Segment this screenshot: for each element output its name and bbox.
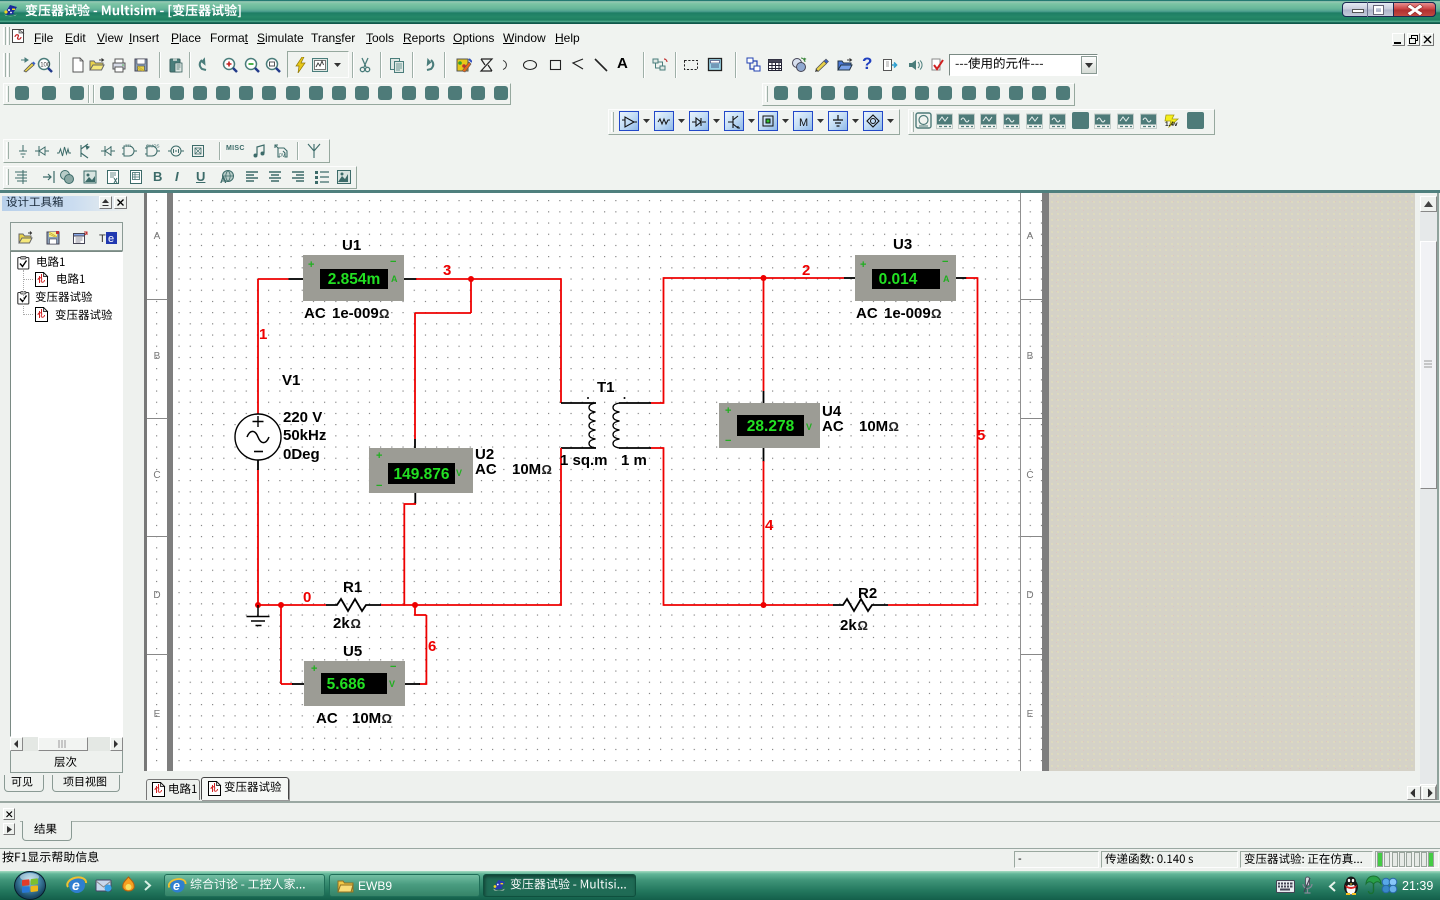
svg-text:AC: AC [304, 305, 326, 322]
svg-text:R1: R1 [343, 579, 362, 596]
svg-text:6: 6 [428, 638, 436, 655]
svg-text:Ω: Ω [351, 616, 361, 631]
svg-text:U5: U5 [343, 643, 362, 660]
svg-text:2k: 2k [333, 615, 350, 632]
svg-text:1e-009: 1e-009 [332, 305, 379, 322]
svg-text:28.278: 28.278 [747, 418, 795, 435]
svg-text:10M: 10M [859, 418, 888, 435]
svg-text:V: V [389, 679, 395, 689]
svg-text:A: A [943, 274, 950, 284]
svg-text:AC: AC [475, 461, 497, 478]
svg-text:1.4v: 1.4v [1165, 121, 1178, 128]
svg-text:0V: 0V [279, 153, 286, 159]
svg-text:3: 3 [443, 262, 451, 279]
svg-text:−: − [725, 435, 731, 447]
svg-text:220 V: 220 V [283, 409, 322, 426]
svg-text:TTL: TTL [125, 143, 133, 148]
svg-text:2.854m: 2.854m [328, 271, 381, 288]
svg-text:5: 5 [977, 427, 985, 444]
svg-text:Ω: Ω [542, 462, 552, 477]
svg-text:T: T [99, 233, 106, 245]
svg-text:4: 4 [765, 517, 774, 534]
svg-text:A: A [220, 175, 227, 185]
svg-text:e: e [173, 879, 180, 893]
svg-text:100: 100 [40, 63, 51, 69]
svg-text:AC: AC [316, 710, 338, 727]
svg-text:−: − [390, 256, 396, 268]
svg-text:A: A [391, 274, 398, 284]
svg-text:Ω: Ω [889, 419, 899, 434]
svg-text:0.014: 0.014 [879, 271, 918, 288]
svg-text:2: 2 [802, 262, 810, 279]
svg-text:V: V [806, 422, 812, 432]
svg-text:V1: V1 [282, 372, 300, 389]
svg-text:−: − [376, 480, 382, 492]
svg-text:1: 1 [259, 326, 267, 343]
svg-text:1 m: 1 m [621, 452, 647, 469]
svg-text:Ω: Ω [382, 711, 392, 726]
svg-text:Ω: Ω [931, 306, 941, 321]
svg-text:−: − [390, 661, 396, 673]
svg-text:Ω: Ω [858, 618, 868, 633]
svg-text:10M: 10M [352, 710, 381, 727]
svg-text:+: + [376, 450, 382, 462]
svg-text:U3: U3 [893, 236, 912, 253]
svg-text:10M: 10M [512, 461, 541, 478]
svg-text:CMOS: CMOS [146, 144, 160, 149]
svg-text:+: + [308, 259, 314, 271]
svg-text:+: + [311, 663, 317, 675]
svg-text:AC: AC [856, 305, 878, 322]
svg-text:Ω: Ω [379, 306, 389, 321]
svg-text:5.686: 5.686 [327, 676, 366, 693]
svg-text:50kHz: 50kHz [283, 427, 326, 444]
svg-text:M: M [799, 117, 808, 129]
svg-text:149.876: 149.876 [393, 466, 449, 483]
svg-text:+: + [860, 259, 866, 271]
svg-text:−: − [942, 256, 948, 268]
svg-text:AC: AC [822, 418, 844, 435]
svg-text:T1: T1 [597, 379, 615, 396]
svg-text:R2: R2 [858, 585, 877, 602]
svg-text:2k: 2k [840, 617, 857, 634]
svg-text:e: e [108, 233, 114, 245]
svg-text:1 sq.m: 1 sq.m [560, 452, 608, 469]
svg-text:1e-009: 1e-009 [884, 305, 931, 322]
svg-text:+: + [725, 405, 731, 417]
svg-text:0Deg: 0Deg [283, 446, 320, 463]
svg-text:V: V [456, 468, 462, 478]
svg-text:U1: U1 [342, 237, 361, 254]
svg-text:0: 0 [303, 589, 311, 606]
